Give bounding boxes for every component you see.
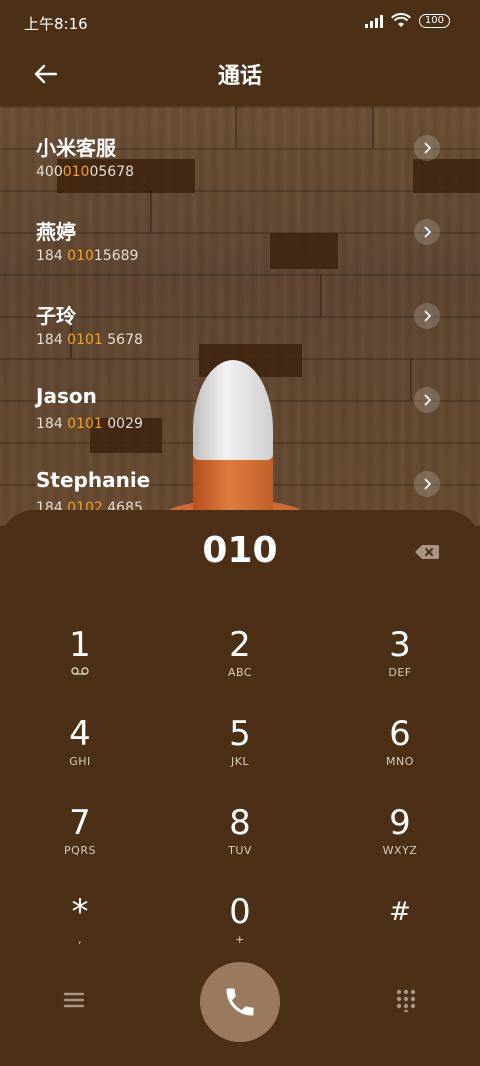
wifi-icon [390,13,411,27]
signal-icon [364,14,383,28]
dial-key-4[interactable]: 4 GHI [20,715,140,795]
backspace-icon [415,545,439,559]
voicemail-icon [20,666,140,679]
phone-icon [226,988,254,1016]
contact-name: 燕婷 [36,220,76,244]
dial-key-9[interactable]: 9 WXYZ [340,804,460,884]
chevron-right-icon [424,310,432,322]
dial-key-8[interactable]: 8 TUV [180,804,300,884]
chevron-right-icon [424,394,432,406]
contact-list: 小米客服 40001005678 燕婷 184 01015689 子玲 184 … [0,106,480,526]
contact-name: Jason [36,384,97,408]
menu-button[interactable] [62,988,86,1012]
contact-detail-button[interactable] [414,387,440,413]
status-bar: 上午8:16 100 [0,0,480,46]
contact-item[interactable]: 子玲 184 0101 5678 [0,274,480,358]
menu-icon [63,992,85,1008]
chevron-right-icon [424,142,432,154]
contact-item[interactable]: 小米客服 40001005678 [0,106,480,190]
contact-detail-button[interactable] [414,219,440,245]
dial-key-7[interactable]: 7 PQRS [20,804,140,884]
dial-key-1[interactable]: 1 [20,626,140,706]
dial-key-5[interactable]: 5 JKL [180,715,300,795]
page-title: 通话 [217,64,262,89]
status-icons: 100 [364,13,450,29]
dial-key-hash[interactable]: # [340,893,460,973]
call-button[interactable] [200,962,280,1042]
dial-key-6[interactable]: 6 MNO [340,715,460,795]
contact-name: Stephanie [36,468,151,492]
dialpad-icon [396,989,416,1015]
contact-name: 小米客服 [36,136,116,160]
header: 通话 [0,46,480,106]
dial-key-0[interactable]: 0 + [180,893,300,973]
contact-name: 子玲 [36,304,76,328]
contact-detail-button[interactable] [414,303,440,329]
dialpad-sheet: 010 1 2 ABC 3 DEF 4 GHI 5 JKL 6 MNO 7 PQ… [0,510,480,1066]
backspace-button[interactable] [414,542,440,562]
chevron-right-icon [424,478,432,490]
dialpad-toggle-button[interactable] [394,988,418,1015]
status-time: 上午8:16 [24,15,88,33]
contact-detail-button[interactable] [414,471,440,497]
dialed-number: 010 [202,530,278,571]
battery-icon: 100 [418,14,450,28]
contact-item[interactable]: Jason 184 0101 0029 [0,358,480,442]
dial-key-2[interactable]: 2 ABC [180,626,300,706]
contact-number: 184 0101 0029 [36,416,143,432]
contact-item[interactable]: 燕婷 184 01015689 [0,190,480,274]
dial-key-3[interactable]: 3 DEF [340,626,460,706]
contact-detail-button[interactable] [414,135,440,161]
contact-number: 40001005678 [36,164,135,180]
chevron-right-icon [424,226,432,238]
contact-number: 184 0101 5678 [36,332,143,348]
dial-key-star[interactable]: * , [20,893,140,973]
contact-number: 184 01015689 [36,248,139,264]
